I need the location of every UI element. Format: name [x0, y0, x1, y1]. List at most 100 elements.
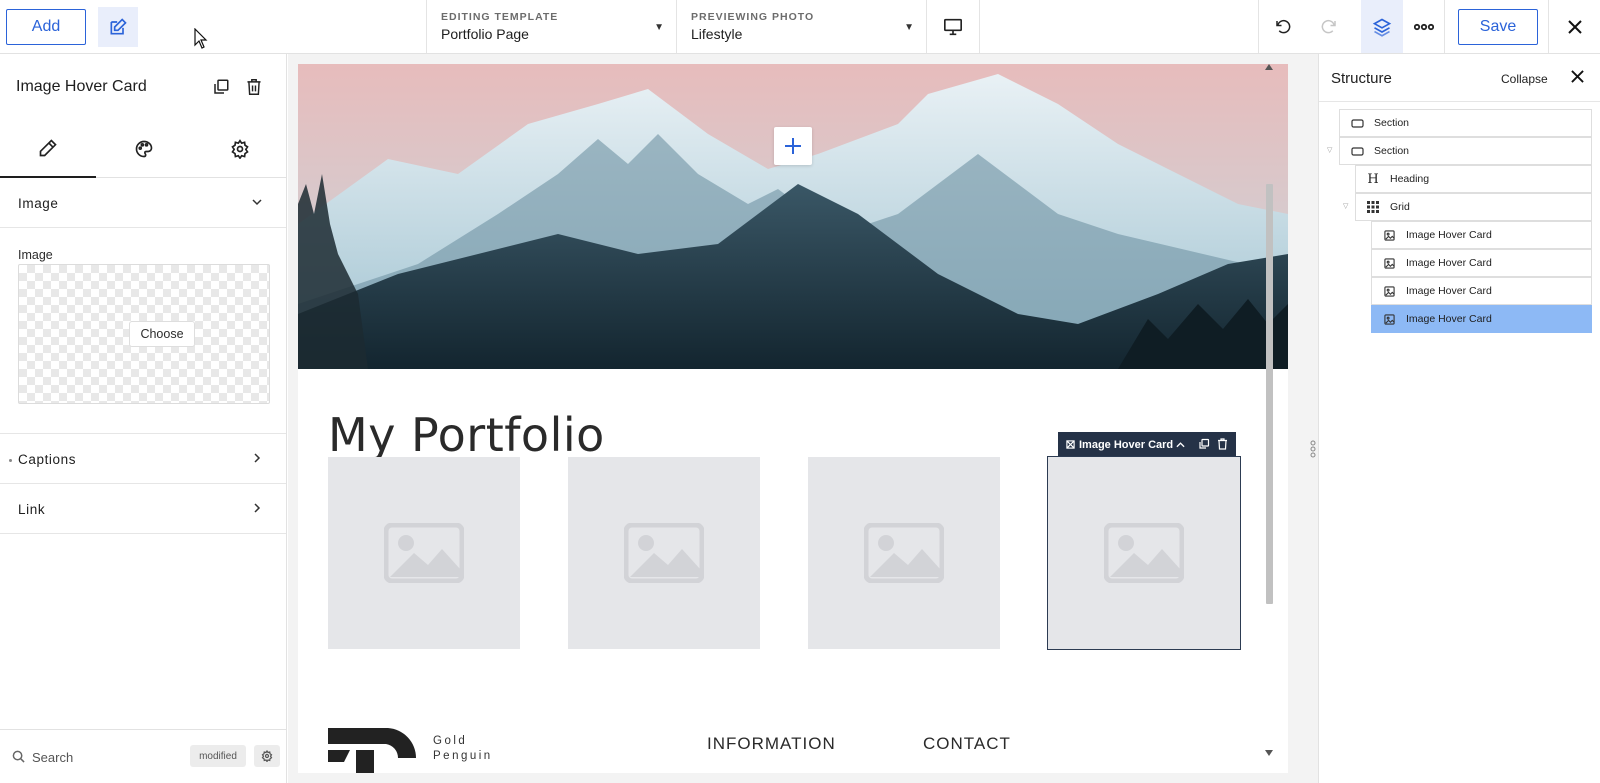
- heading-icon: H: [1367, 171, 1379, 187]
- gold-penguin-logo-icon: [328, 728, 417, 773]
- redo-button[interactable]: [1316, 14, 1342, 40]
- scroll-up-arrow-icon[interactable]: [1265, 64, 1273, 70]
- page-heading[interactable]: My Portfolio: [328, 408, 605, 462]
- tree-node-grid[interactable]: Grid: [1355, 193, 1592, 221]
- close-icon[interactable]: [1571, 70, 1584, 83]
- image-preview-empty[interactable]: Choose: [18, 264, 270, 404]
- footer-information-heading: INFORMATION: [707, 734, 836, 753]
- selected-element-toolbar[interactable]: Image Hover Card: [1058, 432, 1236, 457]
- pencil-icon: [39, 139, 57, 157]
- logo-line-2: Penguin: [433, 750, 493, 762]
- chevron-up-icon[interactable]: [1176, 441, 1185, 448]
- canvas-scrollbar[interactable]: [1262, 64, 1276, 760]
- choose-image-button[interactable]: Choose: [129, 321, 195, 347]
- tree-node-heading[interactable]: H Heading: [1355, 165, 1592, 193]
- expand-caret-icon[interactable]: ▽: [1343, 202, 1348, 210]
- link-section-title: Link: [18, 502, 46, 517]
- add-button[interactable]: Add: [6, 9, 86, 45]
- link-section-header[interactable]: Link: [0, 484, 286, 534]
- tree-node-label: Section: [1374, 145, 1410, 157]
- duplicate-icon: [214, 79, 229, 94]
- image-section-title: Image: [18, 196, 59, 211]
- modified-filter-badge[interactable]: modified: [190, 745, 246, 767]
- tab-style[interactable]: [96, 120, 192, 178]
- scroll-thumb[interactable]: [1266, 184, 1273, 604]
- delete-element-button[interactable]: [246, 78, 262, 101]
- trash-icon[interactable]: [1217, 438, 1228, 450]
- modified-dot-indicator: [9, 459, 12, 462]
- chevron-right-icon: [254, 453, 261, 463]
- captions-section-title: Captions: [18, 452, 77, 467]
- save-button[interactable]: Save: [1458, 9, 1538, 45]
- image-hover-card[interactable]: [328, 457, 520, 649]
- image-hover-card[interactable]: [568, 457, 760, 649]
- caret-down-icon: ▼: [904, 22, 914, 33]
- more-options-button[interactable]: [1404, 0, 1444, 53]
- previewing-photo-label: PREVIEWING PHOTO: [691, 11, 815, 23]
- tree-node-image-hover-card[interactable]: Image Hover Card: [1371, 277, 1592, 305]
- tab-settings[interactable]: [192, 120, 288, 178]
- hero-section[interactable]: [298, 64, 1288, 369]
- palette-icon: [135, 140, 153, 158]
- close-icon: [1567, 19, 1582, 34]
- image-icon: [1382, 284, 1396, 298]
- tree-node-image-hover-card[interactable]: Image Hover Card: [1371, 221, 1592, 249]
- image-icon: [1382, 228, 1396, 242]
- tree-node-section[interactable]: Section: [1339, 109, 1592, 137]
- chevron-right-icon: [254, 503, 261, 513]
- tab-content[interactable]: [0, 120, 96, 178]
- trash-icon: [247, 79, 261, 95]
- tree-node-image-hover-card-selected[interactable]: Image Hover Card: [1371, 305, 1592, 333]
- tree-node-label: Image Hover Card: [1406, 313, 1492, 325]
- image-hover-card[interactable]: [808, 457, 1000, 649]
- tree-node-label: Image Hover Card: [1406, 229, 1492, 241]
- image-section-header[interactable]: Image: [0, 178, 286, 228]
- inspector-header: Image Hover Card: [0, 54, 286, 120]
- selected-element-name: Image Hover Card: [1079, 438, 1174, 451]
- scroll-down-arrow-icon[interactable]: [1265, 750, 1273, 756]
- expand-caret-icon[interactable]: ▽: [1327, 146, 1332, 154]
- structure-title: Structure: [1331, 70, 1392, 87]
- panel-resize-handle-icon[interactable]: [1309, 440, 1317, 458]
- add-block-button[interactable]: [774, 127, 812, 165]
- inspector-tabs: [0, 120, 286, 178]
- previewing-photo-select[interactable]: PREVIEWING PHOTO Lifestyle ▼: [676, 0, 926, 53]
- editing-template-select[interactable]: EDITING TEMPLATE Portfolio Page ▼: [426, 0, 676, 53]
- image-placeholder-icon: [1104, 523, 1184, 583]
- settings-search-input[interactable]: [32, 744, 172, 770]
- image-placeholder-icon: [864, 523, 944, 583]
- close-editor-button[interactable]: [1548, 0, 1600, 53]
- layers-icon: [1372, 18, 1392, 37]
- image-field-label: Image: [18, 248, 53, 262]
- tree-node-label: Image Hover Card: [1406, 285, 1492, 297]
- edit-mode-button[interactable]: [98, 7, 138, 47]
- tree-node-image-hover-card[interactable]: Image Hover Card: [1371, 249, 1592, 277]
- inspector-title: Image Hover Card: [16, 78, 147, 95]
- resize-icon: [1066, 440, 1075, 449]
- image-icon: [1382, 256, 1396, 270]
- canvas-viewport: My Portfolio Image Hover Card Gold Pengu…: [288, 54, 1318, 783]
- duplicate-element-button[interactable]: [212, 78, 230, 101]
- structure-header: Structure Collapse: [1319, 54, 1600, 102]
- footer-contact-heading: CONTACT: [923, 734, 1011, 753]
- captions-section-header[interactable]: Captions: [0, 434, 286, 484]
- page-canvas: My Portfolio Image Hover Card Gold Pengu…: [298, 64, 1288, 773]
- logo-line-1: Gold: [433, 735, 468, 747]
- footer-logo-text: Gold Penguin: [433, 734, 493, 764]
- section-icon: [1350, 116, 1364, 130]
- undo-button[interactable]: [1270, 14, 1296, 40]
- mouse-cursor-icon: [194, 28, 208, 49]
- panel-settings-button[interactable]: [254, 745, 280, 767]
- device-preview-button[interactable]: [926, 0, 980, 53]
- image-hover-card-selected[interactable]: [1047, 456, 1241, 650]
- grid-icon: [1366, 200, 1380, 214]
- editing-template-label: EDITING TEMPLATE: [441, 11, 559, 23]
- duplicate-icon[interactable]: [1198, 438, 1210, 450]
- mountain-hero-image: [298, 64, 1288, 369]
- structure-toggle-button[interactable]: [1361, 0, 1403, 53]
- monitor-icon: [944, 18, 962, 35]
- collapse-all-button[interactable]: Collapse: [1501, 72, 1548, 86]
- image-placeholder-icon: [384, 523, 464, 583]
- tree-node-label: Heading: [1390, 173, 1430, 185]
- tree-node-section[interactable]: Section: [1339, 137, 1592, 165]
